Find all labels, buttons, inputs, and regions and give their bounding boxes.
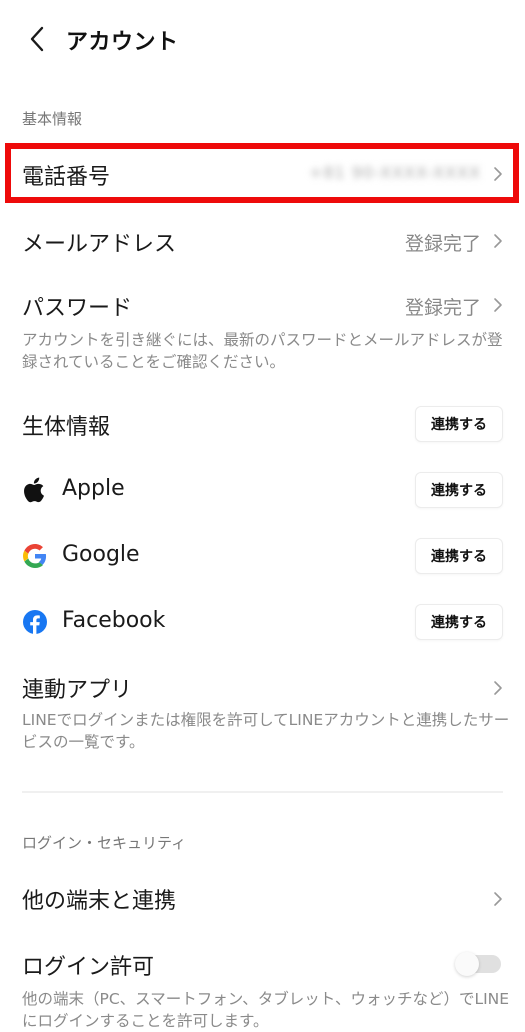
- google-link-button[interactable]: 連携する: [415, 538, 503, 574]
- email-label: メールアドレス: [22, 232, 177, 257]
- linked-apps-row[interactable]: 連動アプリ: [0, 666, 525, 710]
- back-button[interactable]: [22, 22, 52, 56]
- chevron-right-icon: [491, 294, 505, 316]
- password-status: 登録完了: [404, 297, 481, 319]
- password-description: アカウントを引き継ぐには、最新のパスワードとメールアドレスが登録されていることを…: [22, 331, 503, 371]
- section-divider: [22, 791, 503, 793]
- toggle-knob: [455, 952, 479, 976]
- biometrics-link-button[interactable]: 連携する: [415, 406, 503, 442]
- apple-label: Apple: [62, 476, 125, 501]
- facebook-link-button[interactable]: 連携する: [415, 604, 503, 640]
- login-permission-row: ログイン許可: [0, 942, 525, 988]
- chevron-right-icon: [491, 230, 505, 252]
- password-label: パスワード: [22, 296, 133, 321]
- apple-link-button[interactable]: 連携する: [415, 472, 503, 508]
- apple-icon: [22, 477, 48, 503]
- chevron-right-icon: [491, 888, 505, 910]
- page-title: アカウント: [66, 30, 179, 55]
- google-row: Google 連携する: [0, 532, 525, 580]
- biometrics-label: 生体情報: [22, 415, 111, 440]
- password-row[interactable]: パスワード 登録完了: [0, 282, 525, 332]
- facebook-row: Facebook 連携する: [0, 598, 525, 646]
- google-icon: [22, 543, 48, 569]
- section-label-basic-info: 基本情報: [22, 110, 83, 128]
- section-label-login-security: ログイン・セキュリティ: [22, 834, 187, 852]
- facebook-label: Facebook: [62, 608, 166, 633]
- facebook-icon: [22, 609, 48, 635]
- google-label: Google: [62, 542, 140, 567]
- biometrics-row: 生体情報 連携する: [0, 400, 525, 448]
- other-devices-label: 他の端末と連携: [22, 889, 177, 914]
- email-row[interactable]: メールアドレス 登録完了: [0, 216, 525, 266]
- header-bar: アカウント: [0, 0, 525, 78]
- chevron-left-icon: [30, 26, 44, 52]
- linked-apps-label: 連動アプリ: [22, 678, 133, 703]
- login-permission-description: 他の端末（PC、スマートフォン、タブレット、ウォッチなど）でLINEにログインす…: [22, 990, 510, 1030]
- chevron-right-icon: [491, 677, 505, 699]
- login-permission-toggle[interactable]: [455, 952, 501, 976]
- login-permission-label: ログイン許可: [22, 955, 155, 980]
- linked-apps-description: LINEでログインまたは権限を許可してLINEアカウントと連携したサービスの一覧…: [22, 711, 510, 751]
- apple-row: Apple 連携する: [0, 466, 525, 514]
- other-devices-row[interactable]: 他の端末と連携: [0, 874, 525, 922]
- email-status: 登録完了: [404, 233, 481, 255]
- highlight-annotation-box: [5, 143, 519, 203]
